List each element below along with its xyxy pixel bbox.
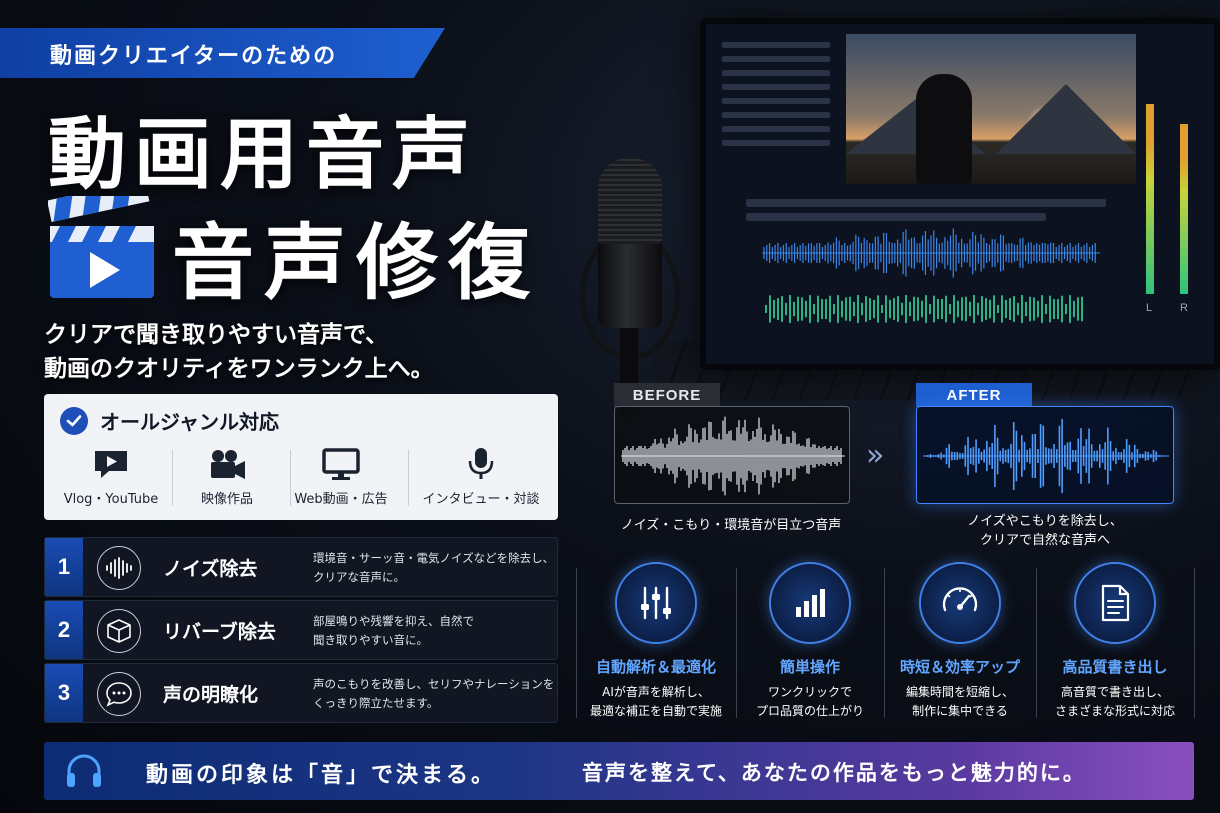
bar-chart-icon — [769, 562, 851, 644]
benefit-auto-analysis: 自動解析＆最適化 AIが音声を解析し、 最適な補正を自動で実施 — [581, 562, 731, 721]
genre-label: インタビュー・対談 — [422, 492, 540, 507]
genre-label: Web動画・広告 — [294, 492, 388, 507]
speedometer-icon — [919, 562, 1001, 644]
benefit-desc-line: 高音質で書き出し、 — [1060, 685, 1169, 699]
benefit-description: 高音質で書き出し、 さまざまな形式に対応 — [1040, 683, 1190, 721]
benefit-title: 高品質書き出し — [1062, 658, 1168, 676]
genre-label: 映像作品 — [200, 492, 253, 507]
feature-description: 部屋鳴りや残響を抑え、自然で 聞き取りやすい音に。 — [313, 612, 553, 650]
microphone-grille — [598, 158, 662, 244]
before-label: BEFORE — [614, 383, 720, 407]
timeline-waveform — [762, 228, 1100, 323]
genre-item-web: Web動画・広告 — [282, 446, 400, 510]
after-label: AFTER — [916, 383, 1032, 407]
feature-desc-line: クリアな音声に。 — [313, 570, 405, 584]
benefit-desc-line: 最適な補正を自動で実施 — [589, 704, 722, 718]
feature-desc-line: 環境音・サーッ音・電気ノイズなどを除去し、 — [313, 551, 555, 565]
speech-bubble-play-icon — [52, 446, 170, 482]
benefit-description: ワンクリックで プロ品質の仕上がり — [735, 683, 885, 721]
poster: L R 動画クリエイターのための 動画用音声 音声修復 クリアで聞き取りやすい音 — [0, 0, 1220, 813]
benefit-desc-line: さまざまな形式に対応 — [1054, 704, 1175, 718]
feature-row-noise: 1 ノイズ除去 環境音・サーッ音・電気ノイズなどを除去し、 クリアな音声に。 — [44, 537, 558, 597]
before-caption: ノイズ・こもり・環境音が目立つ音声 — [596, 516, 866, 535]
genre-item-film: 映像作品 — [168, 446, 286, 510]
benefit-desc-line: ワンクリックで — [767, 685, 852, 699]
after-caption-line: クリアで自然な音声へ — [979, 533, 1110, 548]
benefit-divider — [1194, 568, 1195, 718]
genre-panel: オールジャンル対応 Vlog・YouTube 映像作品 Web動画・広告 インタ… — [44, 394, 558, 520]
benefit-description: AIが音声を解析し、 最適な補正を自動で実施 — [581, 683, 731, 721]
before-waveform — [621, 416, 845, 496]
subtitle-line2: 動画のクオリティをワンランク上へ。 — [44, 356, 434, 382]
feature-number: 3 — [45, 664, 83, 722]
after-caption: ノイズやこもりを除去し、 クリアで自然な音声へ — [910, 512, 1180, 550]
feature-desc-line: 部屋鳴りや残響を抑え、自然で — [313, 614, 474, 628]
genre-item-vlog: Vlog・YouTube — [52, 446, 170, 510]
header-tag: 動画クリエイターのための — [0, 28, 445, 78]
meter-label-left: L — [1146, 302, 1153, 314]
video-camera-icon — [168, 446, 286, 482]
header-tag-text: 動画クリエイターのための — [50, 44, 338, 69]
feature-description: 環境音・サーッ音・電気ノイズなどを除去し、 クリアな音声に。 — [313, 549, 555, 587]
check-circle-icon — [60, 406, 88, 435]
benefit-title: 時短＆効率アップ — [899, 658, 1020, 676]
benefit-title: 自動解析＆最適化 — [595, 658, 716, 676]
audio-level-meters: L R — [1134, 84, 1204, 314]
genre-title: オールジャンル対応 — [100, 410, 279, 434]
double-chevron-right-icon: » — [866, 438, 885, 473]
monitor-timeline — [746, 199, 1116, 349]
benefit-desc-line: 編集時間を短縮し、 — [905, 685, 1014, 699]
feature-desc-line: 聞き取りやすい音に。 — [313, 633, 428, 647]
feature-name: ノイズ除去 — [163, 558, 258, 580]
chat-bubble-icon — [97, 672, 141, 716]
editing-monitor: L R — [700, 18, 1220, 370]
feature-desc-line: 声のこもりを改善し、セリフやナレーションを — [313, 677, 555, 691]
main-title-line1: 動画用音声 — [48, 109, 479, 200]
benefit-description: 編集時間を短縮し、 制作に集中できる — [885, 683, 1035, 721]
main-title-line2: 音声修復 — [172, 215, 541, 311]
benefit-high-quality-export: 高品質書き出し 高音質で書き出し、 さまざまな形式に対応 — [1040, 562, 1190, 721]
before-caption-line: ノイズ・こもり・環境音が目立つ音声 — [620, 518, 842, 533]
bottom-banner: 動画の印象は「音」で決まる。 音声を整えて、あなたの作品をもっと魅力的に。 — [44, 742, 1194, 800]
banner-headline: 動画の印象は「音」で決まる。 — [146, 763, 497, 788]
monitor-sidebar — [716, 34, 836, 194]
feature-name: 声の明瞭化 — [163, 684, 259, 706]
monitor-preview-image — [846, 34, 1136, 184]
headphones-icon — [64, 753, 104, 789]
after-caption-line: ノイズやこもりを除去し、 — [967, 514, 1123, 529]
banner-tagline: 音声を整えて、あなたの作品をもっと魅力的に。 — [582, 761, 1086, 785]
genre-header: オールジャンル対応 — [60, 406, 279, 435]
cube-icon — [97, 609, 141, 653]
feature-row-reverb: 2 リバーブ除去 部屋鳴りや残響を抑え、自然で 聞き取りやすい音に。 — [44, 600, 558, 660]
meter-label-right: R — [1180, 302, 1188, 314]
after-waveform-box — [916, 406, 1174, 504]
benefit-divider — [576, 568, 577, 718]
feature-row-clarity: 3 声の明瞭化 声のこもりを改善し、セリフやナレーションを くっきり際立たせます… — [44, 663, 558, 723]
benefit-desc-line: 制作に集中できる — [912, 704, 1008, 718]
hiker-silhouette — [916, 74, 972, 184]
benefit-divider — [1036, 568, 1037, 718]
subtitle-line1: クリアで聞き取りやすい音声で、 — [44, 322, 389, 348]
microphone-icon — [408, 446, 554, 482]
waveform-icon — [97, 546, 141, 590]
benefit-easy-operation: 簡単操作 ワンクリックで プロ品質の仕上がり — [735, 562, 885, 721]
benefit-desc-line: プロ品質の仕上がり — [755, 704, 864, 718]
document-icon — [1074, 562, 1156, 644]
feature-desc-line: くっきり際立たせます。 — [313, 696, 439, 710]
after-waveform — [923, 418, 1169, 494]
sliders-icon — [615, 562, 697, 644]
monitor-icon — [282, 446, 400, 482]
feature-number: 2 — [45, 601, 83, 659]
benefit-desc-line: AIが音声を解析し、 — [602, 685, 710, 699]
feature-name: リバーブ除去 — [163, 621, 276, 643]
genre-label: Vlog・YouTube — [63, 492, 159, 507]
before-waveform-box — [614, 406, 850, 504]
benefit-title: 簡単操作 — [779, 658, 840, 676]
genre-item-interview: インタビュー・対談 — [408, 446, 554, 510]
feature-number: 1 — [45, 538, 83, 596]
feature-description: 声のこもりを改善し、セリフやナレーションを くっきり際立たせます。 — [313, 675, 555, 713]
subtitle: クリアで聞き取りやすい音声で、 動画のクオリティをワンランク上へ。 — [44, 318, 434, 386]
benefit-time-saving: 時短＆効率アップ 編集時間を短縮し、 制作に集中できる — [885, 562, 1035, 721]
clapperboard-icon — [47, 179, 156, 300]
